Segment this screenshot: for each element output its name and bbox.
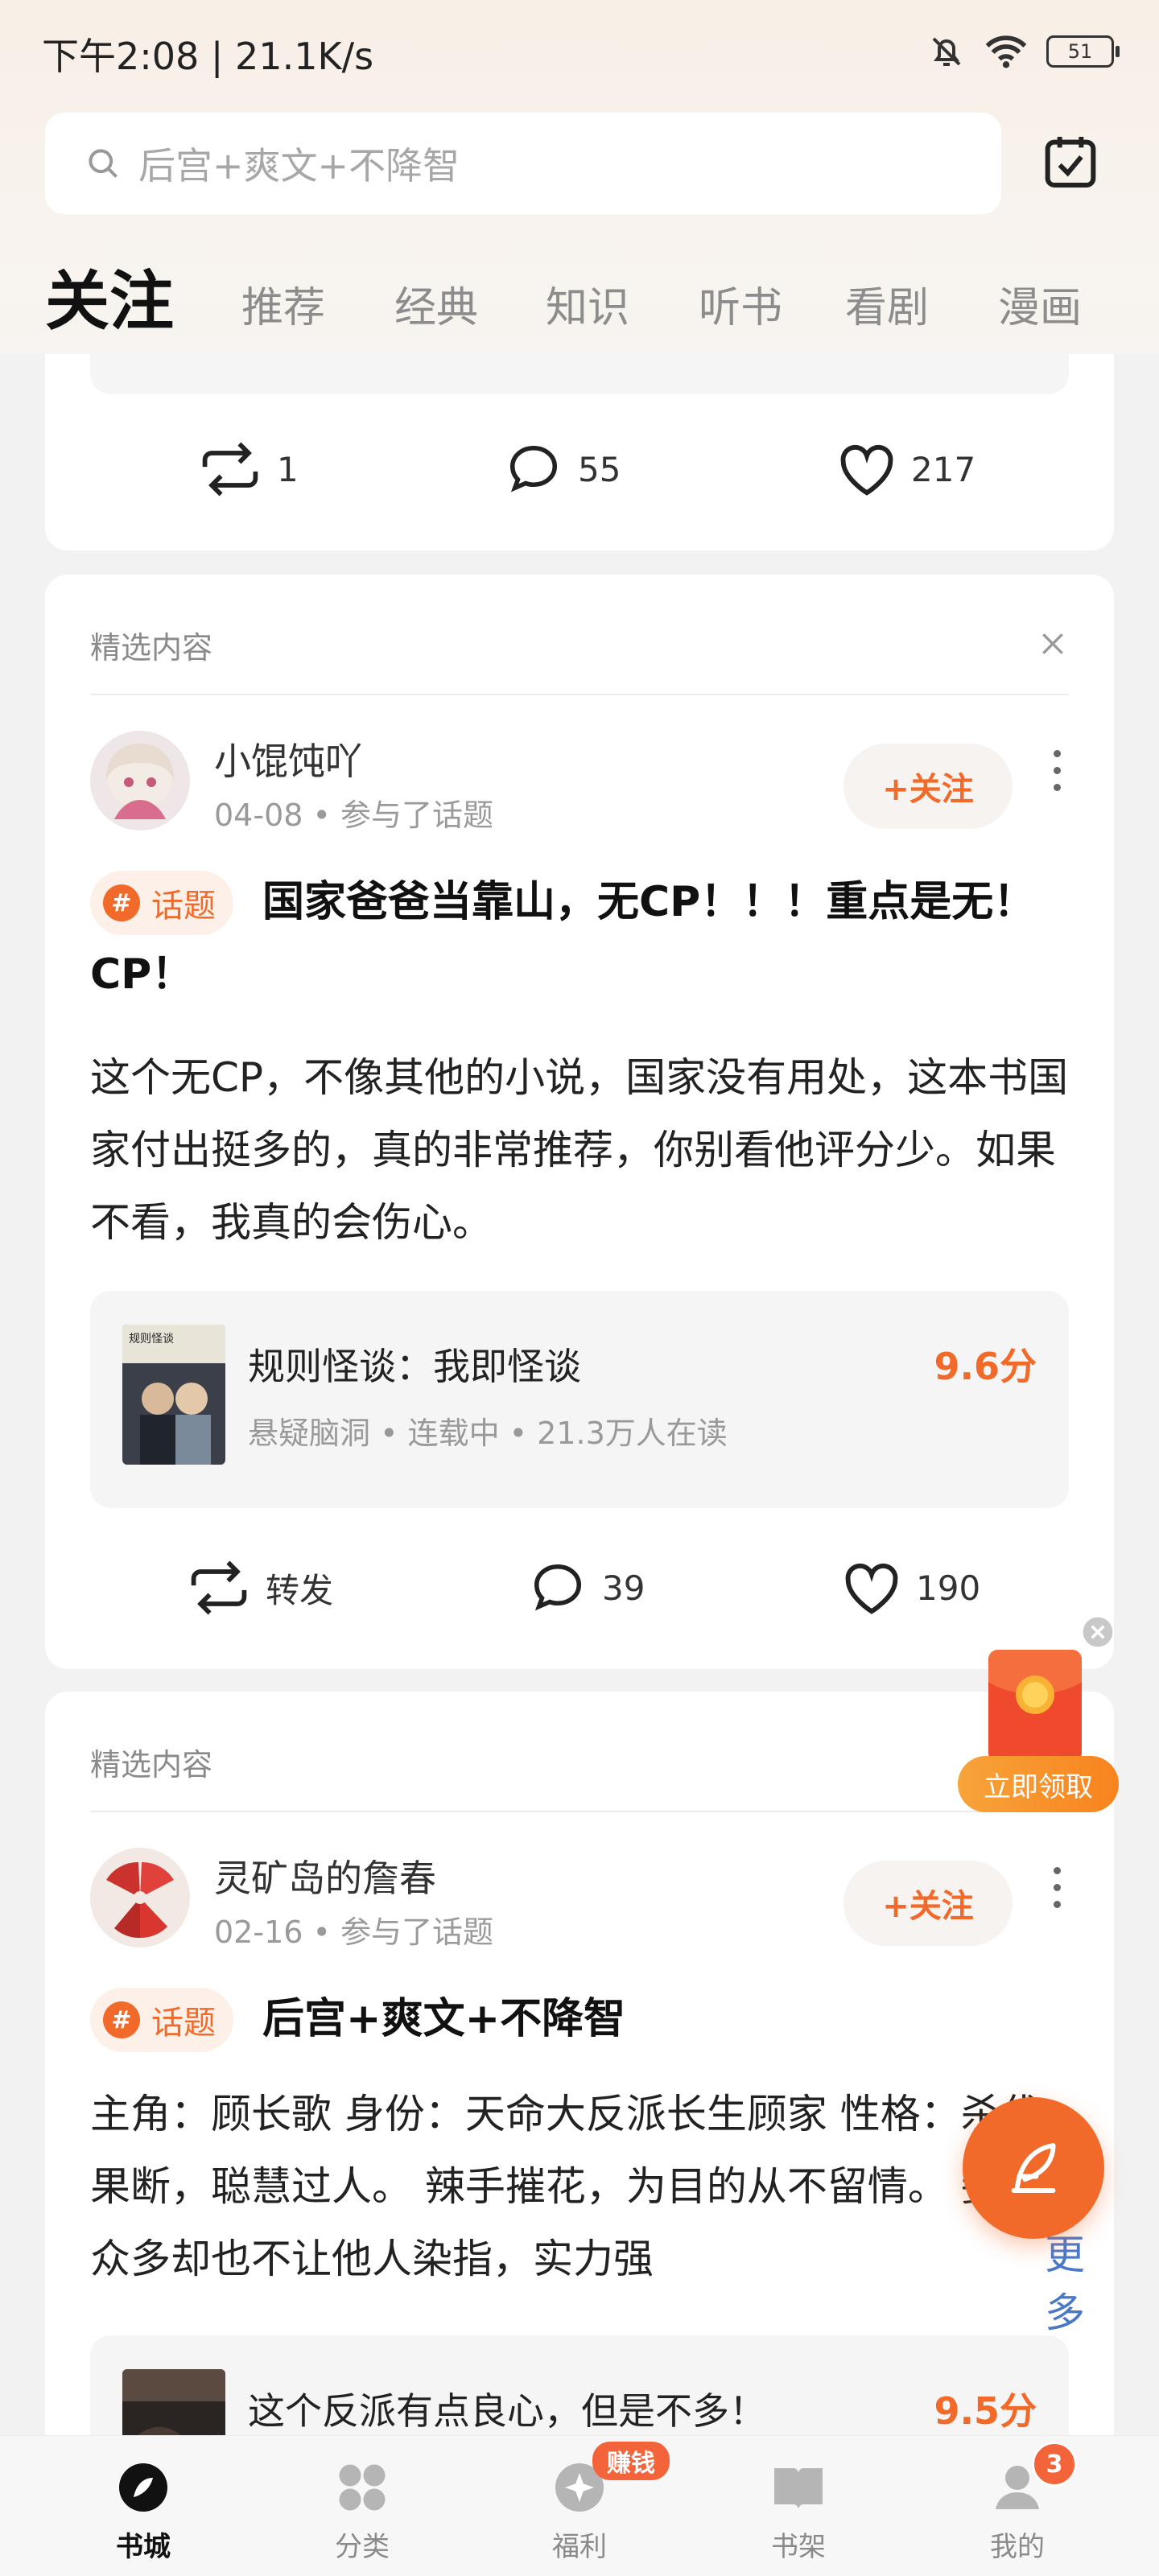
write-post-button[interactable]	[963, 2097, 1104, 2239]
nav-bookstore[interactable]: 书城	[87, 2459, 200, 2564]
comment-count: 55	[578, 449, 621, 489]
section-label: 精选内容	[90, 630, 213, 666]
more-options-icon[interactable]	[1045, 1867, 1069, 1908]
like-count: 217	[911, 449, 976, 489]
red-packet-promo[interactable]: 立即领取	[958, 1614, 1119, 1816]
more-options-icon[interactable]	[1045, 750, 1069, 791]
like-count: 190	[916, 1568, 981, 1608]
tab-knowledge[interactable]: 知识	[546, 274, 629, 334]
feather-pen-icon	[1011, 2143, 1056, 2193]
comment-icon	[534, 1564, 582, 1611]
search-icon	[89, 149, 118, 178]
nav-label: 福利	[552, 2531, 607, 2563]
bookstore-icon	[119, 2463, 167, 2512]
post-card: 精选内容 灵矿岛的詹春 02-16 • 参与了话题 +关注 # 话题 后宫+爽文…	[45, 1692, 1114, 2509]
battery-icon: 51	[1046, 35, 1120, 68]
avatar[interactable]	[90, 731, 190, 831]
book-cover: 规则怪谈	[122, 1325, 225, 1465]
book-score: 9.6分	[934, 1345, 1037, 1388]
svg-text:规则怪谈: 规则怪谈	[129, 1333, 174, 1346]
search-placeholder: 后宫+爽文+不降智	[138, 144, 460, 188]
previous-book-box[interactable]	[90, 354, 1069, 394]
avatar[interactable]	[90, 1848, 190, 1947]
post-title[interactable]: 后宫+爽文+不降智	[90, 1983, 1069, 2055]
post-body[interactable]: 主角：顾长歌 身份：天命大反派长生顾家 性格：杀伐果断，聪慧过人。 辣手摧花，为…	[90, 2078, 1069, 2295]
wifi-icon	[985, 35, 1027, 68]
status-time: 下午2:08 | 21.1K/s	[42, 35, 374, 78]
section-label: 精选内容	[90, 1747, 213, 1783]
tab-drama[interactable]: 看剧	[845, 274, 929, 334]
red-packet-icon	[988, 1650, 1082, 1762]
post-card: 精选内容 小馄饨吖 04-08 • 参与了话题 +关注 # 话题 国家爸爸当靠山…	[45, 575, 1114, 1669]
notification-count-badge: 3	[1032, 2442, 1077, 2487]
post-body[interactable]: 这个无CP，不像其他的小说，国家没有用处，这本书国家付出挺多的，真的非常推荐，你…	[90, 1041, 1069, 1259]
checkin-calendar-icon[interactable]	[1038, 129, 1103, 193]
heart-icon	[840, 444, 893, 496]
nav-bookshelf[interactable]: 书架	[742, 2459, 855, 2564]
tab-follow[interactable]: 关注	[45, 249, 174, 343]
follow-button[interactable]: +关注	[843, 1861, 1013, 1946]
comment-count: 39	[602, 1568, 645, 1608]
category-icon	[339, 2464, 386, 2511]
expand-more-link[interactable]: 更多	[980, 2223, 1114, 2339]
nav-label: 我的	[990, 2531, 1045, 2563]
repost-label: 转发	[266, 1570, 334, 1610]
book-title: 规则怪谈：我即怪谈	[248, 1345, 581, 1388]
claim-now-button[interactable]: 立即领取	[958, 1756, 1119, 1812]
comment-icon	[509, 445, 558, 493]
nav-category[interactable]: 分类	[306, 2459, 419, 2564]
heart-icon	[845, 1563, 898, 1614]
follow-button[interactable]: +关注	[843, 744, 1013, 829]
post-meta: 02-16 • 参与了话题	[214, 1914, 493, 1950]
previous-post-card: 1 55 217	[45, 354, 1114, 550]
category-tabs: 关注 推荐 经典 知识 听书 看剧 漫画	[45, 241, 1124, 339]
repost-icon	[202, 442, 258, 497]
username[interactable]: 灵矿岛的詹春	[214, 1849, 436, 1902]
book-meta: 悬疑脑洞 • 连载中 • 21.3万人在读	[248, 1416, 728, 1451]
repost-button[interactable]: 1	[198, 441, 299, 497]
close-promo-icon[interactable]	[1080, 1614, 1116, 1650]
nav-label: 书架	[771, 2531, 826, 2563]
like-button[interactable]: 217	[837, 441, 975, 497]
divider	[90, 1811, 1069, 1812]
tab-recommend[interactable]: 推荐	[241, 274, 325, 334]
like-button[interactable]: 190	[842, 1560, 980, 1616]
nav-label: 分类	[335, 2531, 390, 2563]
earn-badge: 赚钱	[592, 2442, 670, 2480]
divider	[90, 694, 1069, 695]
repost-icon	[191, 1560, 247, 1615]
status-icons: 51	[927, 32, 1120, 71]
book-card[interactable]: 规则怪谈 规则怪谈：我即怪谈 悬疑脑洞 • 连载中 • 21.3万人在读 9.6…	[90, 1291, 1069, 1508]
bookshelf-icon	[774, 2468, 823, 2509]
tab-audiobook[interactable]: 听书	[699, 274, 782, 334]
close-icon[interactable]	[1037, 628, 1069, 660]
bell-muted-icon	[932, 37, 961, 66]
repost-count: 1	[277, 449, 299, 489]
search-bar[interactable]: 后宫+爽文+不降智	[45, 113, 1001, 214]
book-title: 这个反派有点良心，但是不多！	[248, 2389, 766, 2433]
bottom-navigation: 书城 分类 福利 书架 我的	[0, 2435, 1159, 2576]
comment-button[interactable]: 39	[528, 1560, 645, 1616]
book-score: 9.5分	[934, 2389, 1037, 2433]
post-meta: 04-08 • 参与了话题	[214, 798, 493, 833]
tab-comic[interactable]: 漫画	[998, 274, 1082, 334]
nav-label: 书城	[116, 2531, 171, 2563]
comment-button[interactable]: 55	[504, 441, 621, 497]
tab-classic[interactable]: 经典	[394, 274, 478, 334]
username[interactable]: 小馄饨吖	[214, 732, 362, 785]
post-title[interactable]: 国家爸爸当靠山，无CP！！！重点是无！CP！	[90, 866, 1069, 1011]
repost-button[interactable]: 转发	[187, 1560, 333, 1616]
